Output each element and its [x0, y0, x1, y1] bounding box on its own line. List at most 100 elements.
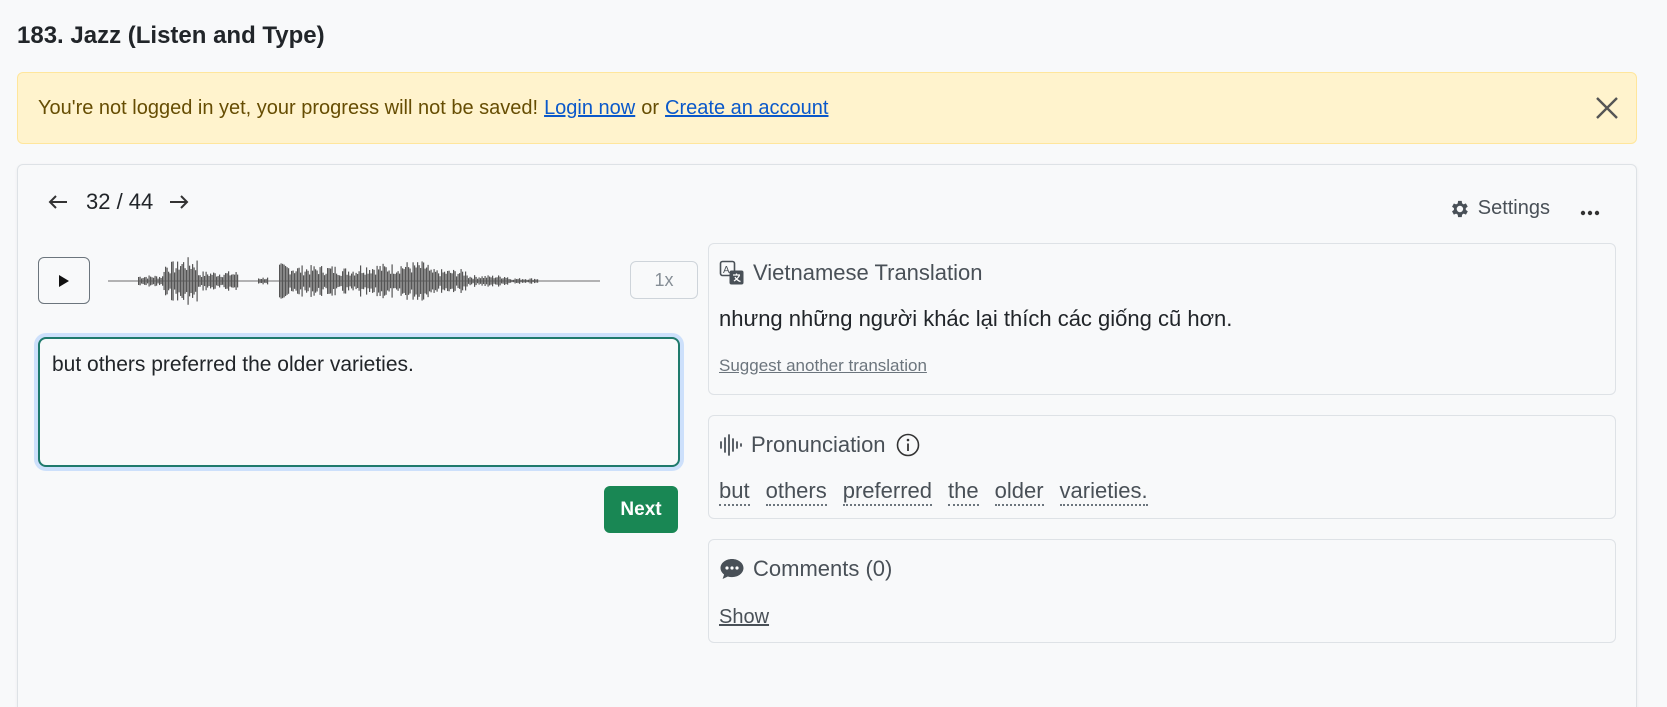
create-account-link[interactable]: Create an account — [665, 97, 828, 120]
info-icon[interactable] — [896, 433, 920, 457]
pronunciation-header: Pronunciation — [719, 432, 928, 458]
waveform-bar — [436, 270, 438, 292]
waveform-bar — [294, 273, 296, 289]
waveform-bar — [462, 271, 464, 291]
translation-panel: A Vietnamese Translation nhưng những ngư… — [708, 243, 1616, 395]
waveform-bar — [184, 268, 186, 294]
waveform-bar — [481, 276, 483, 286]
waveform-bar — [421, 261, 423, 301]
waveform-bar — [463, 275, 465, 287]
settings-button[interactable]: Settings — [1448, 197, 1550, 220]
waveform-bar — [232, 274, 234, 288]
play-button[interactable] — [38, 257, 90, 304]
playback-speed-button[interactable]: 1x — [630, 261, 698, 299]
waveform-bar — [165, 266, 167, 296]
waveform-bar — [403, 269, 405, 293]
waveform-bar — [168, 271, 170, 291]
waveform-bar — [366, 267, 368, 295]
waveform-bar — [448, 270, 450, 292]
waveform-bar — [295, 271, 297, 291]
waveform-bar — [178, 269, 180, 293]
waveform-bar — [496, 277, 498, 285]
waveform-bar — [369, 269, 371, 293]
waveform-bar — [490, 277, 492, 285]
waveform-bar — [393, 273, 395, 289]
suggest-translation-link[interactable]: Suggest another translation — [719, 356, 927, 376]
page-title: 183. Jazz (Listen and Type) — [17, 22, 325, 49]
waveform-bar — [382, 263, 384, 299]
waveform-bar — [234, 274, 236, 288]
waveform-bar — [144, 277, 146, 285]
waveform-bar — [318, 274, 320, 288]
waveform-bar — [231, 274, 233, 288]
waveform-bar — [298, 267, 300, 295]
comments-header: Comments (0) — [719, 556, 892, 582]
waveform-bar — [522, 279, 524, 283]
show-comments-link[interactable]: Show — [719, 606, 769, 629]
waveform-bar — [235, 272, 237, 290]
waveform-bar — [157, 278, 159, 284]
login-alert: You're not logged in yet, your progress … — [17, 72, 1637, 144]
waveform-icon — [720, 434, 742, 456]
waveform-bar — [474, 275, 476, 287]
waveform-bar — [324, 275, 326, 287]
pronunciation-word[interactable]: varieties. — [1059, 478, 1148, 506]
waveform-bar — [442, 272, 444, 290]
waveform-bar — [361, 273, 363, 289]
close-icon[interactable] — [1594, 95, 1620, 121]
waveform-bar — [477, 278, 479, 284]
waveform-bar — [339, 275, 341, 287]
waveform-bar — [439, 276, 441, 286]
arrow-right-icon[interactable] — [165, 194, 193, 210]
waveform-bar — [537, 279, 539, 283]
waveform-bar — [460, 269, 462, 293]
waveform-bar — [199, 275, 201, 287]
next-button[interactable]: Next — [604, 486, 678, 533]
waveform-bar — [465, 271, 467, 291]
svg-text:A: A — [723, 265, 730, 276]
waveform-bar — [535, 279, 537, 283]
waveform-bar — [520, 279, 522, 283]
waveform-bar — [445, 273, 447, 289]
pronunciation-word[interactable]: preferred — [842, 478, 933, 506]
waveform-bar — [424, 268, 426, 294]
waveform-bar — [379, 266, 381, 296]
waveform-bar — [358, 271, 360, 291]
waveform-bar — [411, 272, 413, 290]
waveform-bar — [487, 275, 489, 287]
waveform-bar — [186, 269, 188, 293]
waveform-bar — [525, 279, 527, 283]
waveform-bar — [183, 262, 185, 300]
pronunciation-word[interactable]: but — [719, 478, 750, 506]
waveform-bar — [334, 266, 336, 296]
waveform-bar — [523, 279, 525, 283]
pronunciation-word[interactable]: others — [765, 478, 827, 506]
waveform-bar — [189, 265, 191, 297]
pronunciation-word[interactable]: the — [948, 478, 979, 506]
waveform-bar — [489, 276, 491, 286]
waveform-bar — [526, 279, 528, 283]
waveform-bar — [285, 265, 287, 297]
more-icon[interactable] — [1580, 203, 1600, 221]
waveform-bar — [198, 275, 200, 287]
waveform-bar — [355, 272, 357, 290]
waveform-bar — [201, 276, 203, 286]
waveform-bar — [423, 262, 425, 300]
answer-input[interactable]: but others preferred the older varieties… — [38, 337, 680, 467]
waveform-bar — [211, 274, 213, 288]
waveform-bar — [262, 277, 264, 285]
pronunciation-word[interactable]: older — [994, 478, 1044, 506]
waveform-bar — [283, 264, 285, 298]
arrow-left-icon[interactable] — [44, 194, 72, 210]
waveform-bar — [336, 273, 338, 289]
waveform-bar — [375, 274, 377, 288]
waveform-bar — [325, 273, 327, 289]
waveform-bar — [426, 267, 428, 295]
translate-icon: A — [719, 260, 744, 285]
waveform-bar — [169, 273, 171, 289]
waveform-bar — [219, 274, 221, 288]
login-link[interactable]: Login now — [544, 97, 635, 120]
waveform-bar — [414, 265, 416, 297]
audio-waveform[interactable] — [108, 257, 600, 305]
waveform-bar — [159, 276, 161, 286]
